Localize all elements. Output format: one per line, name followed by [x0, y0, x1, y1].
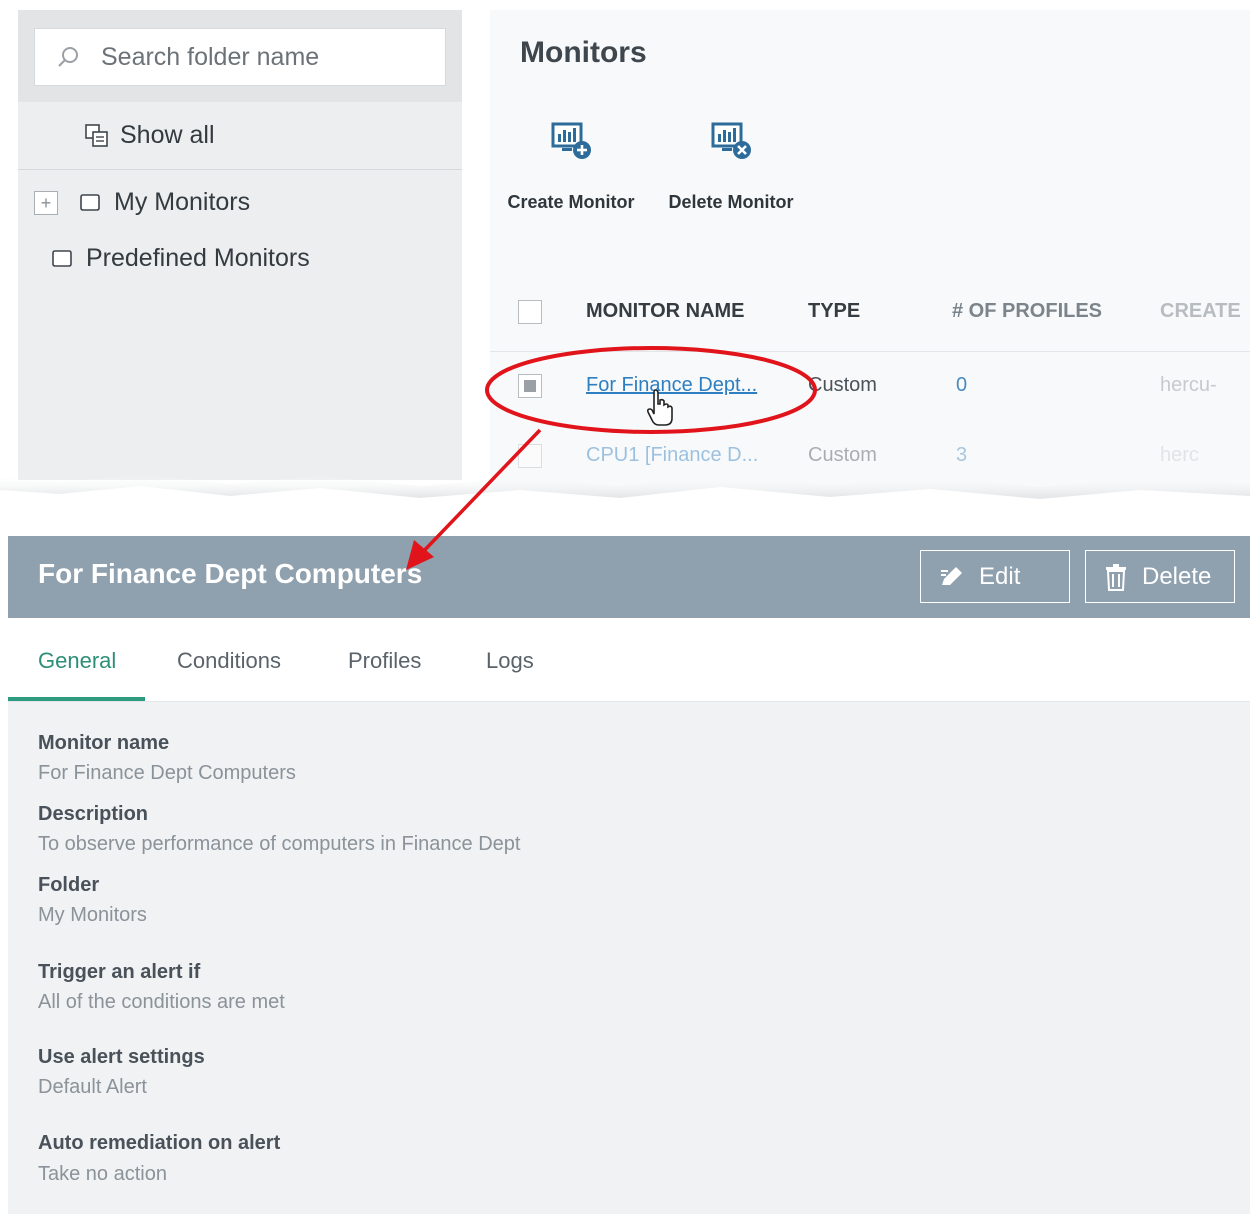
annotation-arrow-line [416, 428, 542, 559]
highlight-ellipse [485, 346, 817, 434]
annotation-overlay [406, 346, 817, 570]
